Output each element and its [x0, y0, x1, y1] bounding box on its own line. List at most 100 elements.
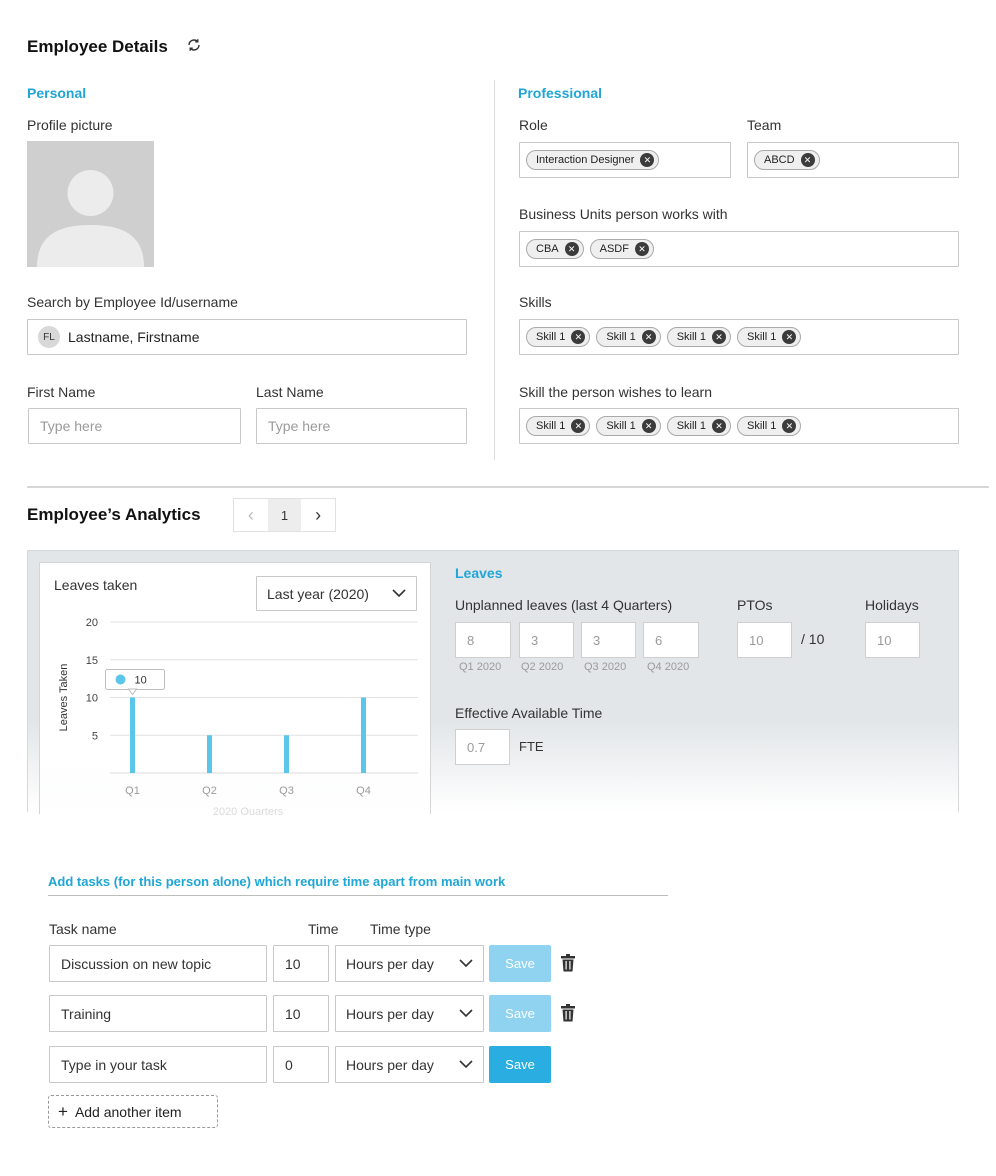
column-divider	[494, 80, 495, 460]
chart-tooltip-dot	[115, 674, 126, 685]
task-time-input[interactable]: 10	[273, 945, 329, 982]
unplanned-q4-field[interactable]: 6	[643, 622, 699, 658]
unplanned-q3-field[interactable]: 3	[581, 622, 636, 658]
task-time-type-select[interactable]: Hours per day	[335, 945, 484, 982]
team-field[interactable]: ABCD ✕	[747, 142, 959, 178]
tag-chip: ASDF ✕	[589, 239, 654, 259]
remove-chip-icon[interactable]: ✕	[712, 330, 727, 344]
remove-chip-icon[interactable]: ✕	[800, 153, 815, 167]
quarter-label-q2: Q2 2020	[521, 661, 564, 673]
last-name-field[interactable]: Type here	[256, 408, 467, 444]
remove-chip-icon[interactable]: ✕	[564, 242, 579, 256]
business-units-field[interactable]: CBA ✕ ASDF ✕	[519, 231, 959, 267]
tag-chip-label: Skill 1	[747, 420, 777, 432]
pto-total: / 10	[801, 631, 825, 647]
chevron-down-icon	[459, 959, 473, 968]
task-name-input[interactable]: Training	[49, 995, 267, 1032]
search-value: Lastname, Firstname	[68, 329, 200, 345]
remove-chip-icon[interactable]: ✕	[571, 330, 586, 344]
tag-chip-label: Skill 1	[747, 331, 777, 343]
time-type-value: Hours per day	[346, 1056, 434, 1073]
time-type-value: Hours per day	[346, 1005, 434, 1022]
tag-chip: Skill 1 ✕	[526, 416, 591, 436]
tag-chip: Skill 1 ✕	[666, 416, 732, 436]
business-units-label: Business Units person works with	[519, 206, 728, 222]
role-label: Role	[519, 117, 548, 133]
remove-chip-icon[interactable]: ✕	[782, 330, 797, 344]
page-title-text: Employee Details	[27, 37, 168, 56]
time-type-value: Hours per day	[346, 955, 434, 972]
add-another-item-button[interactable]: + Add another item	[48, 1095, 218, 1128]
tag-chip-label: Skill 1	[676, 420, 707, 432]
last-name-label: Last Name	[256, 384, 324, 400]
unplanned-q2-field[interactable]: 3	[519, 622, 574, 658]
professional-section-title: Professional	[518, 85, 603, 101]
eat-field[interactable]: 0.7	[455, 729, 510, 765]
wish-skills-field[interactable]: Skill 1 ✕ Skill 1 ✕ Skill 1 ✕ Skill 1 ✕	[519, 408, 959, 444]
trash-icon[interactable]	[558, 1003, 578, 1026]
tag-chip: Interaction Designer ✕	[526, 150, 660, 170]
analytics-title: Employee’s Analytics	[27, 505, 201, 524]
remove-chip-icon[interactable]: ✕	[571, 419, 586, 433]
col-time-type: Time type	[370, 921, 431, 937]
quarter-label-q4: Q4 2020	[647, 661, 690, 673]
chart-bar	[130, 697, 135, 773]
tag-chip-label: CBA	[536, 243, 559, 255]
prev-page-button[interactable]: ‹	[234, 499, 268, 531]
task-time-input[interactable]: 10	[273, 995, 329, 1032]
section-divider	[27, 486, 989, 488]
tag-chip: Skill 1 ✕	[596, 416, 661, 436]
role-field[interactable]: Interaction Designer ✕	[519, 142, 731, 178]
first-name-field[interactable]: Type here	[28, 408, 241, 444]
save-button-disabled[interactable]: Save	[489, 995, 551, 1032]
holidays-label: Holidays	[865, 597, 919, 613]
remove-chip-icon[interactable]: ✕	[712, 419, 727, 433]
employee-search-input[interactable]: FL Lastname, Firstname	[27, 319, 467, 355]
trash-icon[interactable]	[558, 953, 578, 976]
y-axis-label: Leaves Taken	[58, 664, 70, 732]
avatar-initials: FL	[38, 326, 60, 348]
task-name-input[interactable]: Type in your task	[49, 1046, 267, 1083]
remove-chip-icon[interactable]: ✕	[641, 419, 656, 433]
next-page-button[interactable]: ›	[301, 499, 335, 531]
holidays-field[interactable]: 10	[865, 622, 920, 658]
unplanned-q1-field[interactable]: 8	[455, 622, 511, 658]
pto-field[interactable]: 10	[737, 622, 792, 658]
x-tick-label: Q1	[125, 785, 140, 797]
tag-chip: ABCD ✕	[754, 150, 820, 170]
pagination: ‹ 1 ›	[233, 498, 336, 532]
team-chips: ABCD ✕	[748, 143, 958, 177]
task-time-input[interactable]: 0	[273, 1046, 329, 1083]
current-page[interactable]: 1	[267, 499, 302, 531]
save-button-disabled[interactable]: Save	[489, 945, 551, 982]
profile-picture[interactable]	[27, 141, 154, 267]
tag-chip-label: Skill 1	[536, 331, 566, 343]
profile-picture-label: Profile picture	[27, 117, 113, 133]
search-label: Search by Employee Id/username	[27, 294, 238, 310]
refresh-icon[interactable]	[185, 36, 203, 57]
tag-chip-label: Interaction Designer	[536, 154, 635, 166]
skills-field[interactable]: Skill 1 ✕ Skill 1 ✕ Skill 1 ✕ Skill 1 ✕	[519, 319, 959, 355]
remove-chip-icon[interactable]: ✕	[641, 330, 656, 344]
task-time-type-select[interactable]: Hours per day	[335, 995, 484, 1032]
tag-chip: Skill 1 ✕	[737, 416, 802, 436]
remove-chip-icon[interactable]: ✕	[782, 419, 797, 433]
leaves-bar-chart: 20 15 10 5 Leaves Taken Q1 Q2 Q3 Q4 2020 Quarters…	[58, 617, 418, 815]
task-time-type-select[interactable]: Hours per day	[335, 1046, 484, 1083]
tag-chip: Skill 1 ✕	[596, 327, 661, 347]
tag-chip-label: Skill 1	[606, 420, 636, 432]
period-select[interactable]: Last year (2020)	[256, 576, 417, 611]
remove-chip-icon[interactable]: ✕	[640, 153, 655, 167]
chevron-down-icon	[459, 1009, 473, 1018]
remove-chip-icon[interactable]: ✕	[634, 242, 649, 256]
quarter-label-q3: Q3 2020	[584, 661, 627, 673]
chart-bar	[361, 697, 366, 773]
col-time: Time	[308, 921, 339, 937]
personal-section-title: Personal	[27, 85, 87, 101]
task-name-input[interactable]: Discussion on new topic	[49, 945, 267, 982]
unplanned-label: Unplanned leaves (last 4 Quarters)	[455, 597, 673, 613]
y-tick-label: 5	[92, 730, 98, 742]
quarter-label-q1: Q1 2020	[459, 661, 502, 673]
save-button[interactable]: Save	[489, 1046, 551, 1083]
avatar-placeholder-icon	[37, 170, 144, 267]
